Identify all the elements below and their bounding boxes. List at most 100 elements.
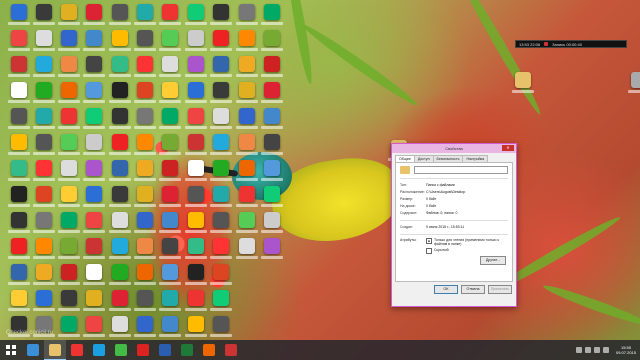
desktop-shortcut-icon[interactable] <box>157 160 183 186</box>
desktop-shortcut-icon[interactable] <box>183 212 209 238</box>
desktop-shortcut-icon[interactable] <box>183 290 209 316</box>
desktop-shortcut-icon[interactable] <box>6 186 32 212</box>
desktop-shortcut-icon[interactable] <box>157 30 183 56</box>
desktop-shortcut-icon[interactable] <box>208 134 234 160</box>
desktop-shortcut-icon[interactable] <box>81 264 107 290</box>
tab-customize[interactable]: Настройка <box>462 155 489 162</box>
desktop-shortcut-icon[interactable] <box>259 30 285 56</box>
desktop-shortcut-icon[interactable] <box>31 108 57 134</box>
desktop-shortcut-icon[interactable] <box>107 186 133 212</box>
desktop-shortcut-icon[interactable] <box>81 108 107 134</box>
desktop-shortcut-icon[interactable] <box>157 4 183 30</box>
desktop-shortcut-icon[interactable] <box>157 108 183 134</box>
desktop-shortcut-icon[interactable] <box>157 56 183 82</box>
desktop-shortcut-icon[interactable] <box>31 4 57 30</box>
desktop-shortcut-icon[interactable] <box>234 56 260 82</box>
taskbar-app-ie[interactable] <box>22 340 44 360</box>
desktop-shortcut-icon[interactable] <box>132 238 158 264</box>
desktop-shortcut-icon[interactable] <box>208 108 234 134</box>
close-icon[interactable]: ✕ <box>502 145 514 151</box>
desktop-shortcut-icon[interactable] <box>234 82 260 108</box>
desktop-shortcut-icon[interactable] <box>157 134 183 160</box>
advanced-button[interactable]: Другие... <box>480 256 506 265</box>
desktop-shortcut-icon[interactable] <box>107 160 133 186</box>
desktop-shortcut-icon[interactable] <box>56 186 82 212</box>
desktop-shortcut-icon[interactable] <box>56 82 82 108</box>
desktop-shortcut-icon[interactable] <box>56 264 82 290</box>
desktop-shortcut-icon[interactable] <box>234 238 260 264</box>
desktop-shortcut-icon[interactable] <box>31 238 57 264</box>
taskbar-app-recorder[interactable] <box>220 340 242 360</box>
desktop-shortcut-icon[interactable] <box>132 316 158 342</box>
taskbar-app-explorer[interactable] <box>44 340 66 360</box>
desktop-shortcut-icon[interactable] <box>81 160 107 186</box>
tab-general[interactable]: Общие <box>395 155 415 162</box>
taskbar-app-word[interactable] <box>154 340 176 360</box>
desktop-shortcut-icon[interactable] <box>183 316 209 342</box>
desktop-shortcut-icon[interactable] <box>107 108 133 134</box>
desktop-shortcut-icon[interactable] <box>107 290 133 316</box>
hidden-checkbox[interactable]: Скрытый <box>426 248 508 254</box>
desktop-shortcut-icon[interactable] <box>234 108 260 134</box>
desktop-shortcut-icon[interactable] <box>107 82 133 108</box>
taskbar-app-opera[interactable] <box>132 340 154 360</box>
desktop-shortcut-icon[interactable] <box>234 30 260 56</box>
desktop-shortcut-icon[interactable] <box>107 316 133 342</box>
desktop-shortcut-icon[interactable] <box>107 30 133 56</box>
desktop-shortcut-icon[interactable] <box>107 238 133 264</box>
desktop-shortcut-icon[interactable] <box>208 264 234 290</box>
desktop-folder-icon[interactable] <box>510 72 536 98</box>
desktop-shortcut-icon[interactable] <box>259 56 285 82</box>
taskbar-app-chrome[interactable] <box>66 340 88 360</box>
dialog-titlebar[interactable]: Свойства ✕ <box>392 144 516 153</box>
desktop-shortcut-icon[interactable] <box>56 160 82 186</box>
desktop-shortcut-icon[interactable] <box>6 30 32 56</box>
desktop-shortcut-icon[interactable] <box>6 134 32 160</box>
taskbar-app-utorrent[interactable] <box>110 340 132 360</box>
record-icon[interactable] <box>544 42 549 46</box>
network-icon[interactable] <box>584 347 591 353</box>
desktop-shortcut-icon[interactable] <box>157 316 183 342</box>
desktop-shortcut-icon[interactable] <box>183 160 209 186</box>
desktop-shortcut-icon[interactable] <box>6 264 32 290</box>
desktop-folder-icon[interactable] <box>626 72 640 98</box>
desktop-shortcut-icon[interactable] <box>6 290 32 316</box>
desktop-shortcut-icon[interactable] <box>259 186 285 212</box>
desktop-shortcut-icon[interactable] <box>157 238 183 264</box>
desktop-shortcut-icon[interactable] <box>208 212 234 238</box>
desktop-shortcut-icon[interactable] <box>183 30 209 56</box>
folder-name-field[interactable] <box>414 166 508 174</box>
desktop-shortcut-icon[interactable] <box>6 108 32 134</box>
desktop-shortcut-icon[interactable] <box>6 56 32 82</box>
desktop-shortcut-icon[interactable] <box>132 56 158 82</box>
desktop-shortcut-icon[interactable] <box>6 4 32 30</box>
taskbar-app-skype[interactable] <box>88 340 110 360</box>
desktop-shortcut-icon[interactable] <box>31 264 57 290</box>
desktop-shortcut-icon[interactable] <box>56 238 82 264</box>
tray-arrow-icon[interactable] <box>575 347 582 353</box>
desktop-shortcut-icon[interactable] <box>6 160 32 186</box>
desktop-shortcut-icon[interactable] <box>56 30 82 56</box>
desktop-shortcut-icon[interactable] <box>259 4 285 30</box>
desktop-shortcut-icon[interactable] <box>208 4 234 30</box>
desktop-shortcut-icon[interactable] <box>234 160 260 186</box>
desktop-shortcut-icon[interactable] <box>81 316 107 342</box>
desktop-shortcut-icon[interactable] <box>132 212 158 238</box>
desktop-shortcut-icon[interactable] <box>31 316 57 342</box>
desktop-shortcut-icon[interactable] <box>56 290 82 316</box>
desktop-shortcut-icon[interactable] <box>208 82 234 108</box>
desktop-shortcut-icon[interactable] <box>208 186 234 212</box>
desktop-shortcut-icon[interactable] <box>157 212 183 238</box>
desktop-shortcut-icon[interactable] <box>81 238 107 264</box>
desktop-shortcut-icon[interactable] <box>183 238 209 264</box>
desktop-shortcut-icon[interactable] <box>234 186 260 212</box>
desktop-shortcut-icon[interactable] <box>132 160 158 186</box>
desktop-shortcut-icon[interactable] <box>31 160 57 186</box>
desktop-shortcut-icon[interactable] <box>81 56 107 82</box>
tab-security[interactable]: Безопасность <box>432 155 464 162</box>
desktop-shortcut-icon[interactable] <box>6 316 32 342</box>
desktop-shortcut-icon[interactable] <box>259 160 285 186</box>
desktop-shortcut-icon[interactable] <box>31 212 57 238</box>
taskbar-app-excel[interactable] <box>176 340 198 360</box>
desktop-shortcut-icon[interactable] <box>157 82 183 108</box>
